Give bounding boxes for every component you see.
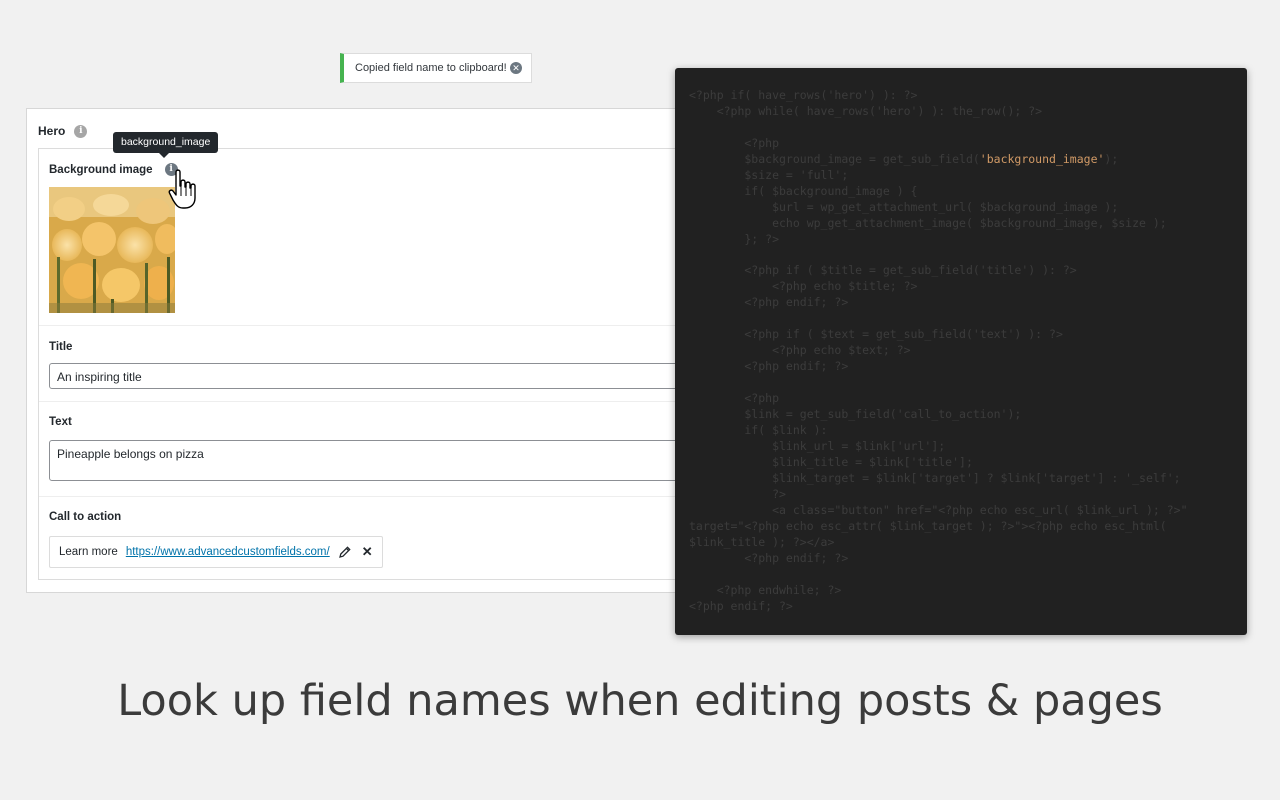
- pencil-icon[interactable]: [338, 545, 352, 559]
- link-url[interactable]: https://www.advancedcustomfields.com/: [126, 546, 330, 558]
- code-text-after: ); $size = 'full'; if( $background_image…: [689, 151, 1188, 613]
- code-panel: <?php if( have_rows('hero') ): ?> <?php …: [675, 68, 1247, 635]
- field-label: Text: [49, 416, 72, 428]
- field-background-image: Background image i: [39, 149, 706, 326]
- label-text: Background image: [49, 163, 153, 176]
- field-text: Text Pineapple belongs on pizza: [39, 402, 709, 497]
- link-title: Learn more: [59, 546, 118, 558]
- remove-icon[interactable]: ✕: [362, 544, 373, 560]
- notice-text: Copied field name to clipboard!: [355, 62, 507, 74]
- group-title-text: Hero: [38, 124, 66, 138]
- field-label: Call to action: [49, 511, 122, 523]
- title-input[interactable]: An inspiring title: [49, 363, 709, 389]
- code-highlight: 'background_image': [979, 151, 1105, 166]
- field-label: Title: [49, 341, 73, 353]
- link-field: Learn more https://www.advancedcustomfie…: [49, 536, 383, 568]
- sub-fields: Background image i Title An inspiring ti…: [38, 148, 709, 581]
- info-icon[interactable]: i: [74, 124, 88, 138]
- group-title: Hero i: [38, 124, 88, 138]
- hand-cursor-icon: [168, 169, 196, 209]
- field-call-to-action: Call to action Learn more https://www.ad…: [39, 497, 706, 581]
- headline: Look up field names when editing posts &…: [117, 676, 1163, 726]
- field-name-tooltip: background_image: [113, 132, 219, 158]
- clipboard-notice: Copied field name to clipboard! ✕: [340, 53, 532, 83]
- field-title: Title An inspiring title: [39, 326, 709, 402]
- close-circle-icon[interactable]: ✕: [510, 62, 522, 74]
- tulip-image: [49, 187, 175, 313]
- background-image-thumbnail[interactable]: [49, 187, 175, 313]
- field-label: Background image i: [49, 163, 178, 176]
- hero-field-group: Hero i Background image i Title An inspi…: [26, 108, 709, 593]
- code-block: <?php if( have_rows('hero') ): ?> <?php …: [689, 88, 1247, 614]
- text-textarea[interactable]: Pineapple belongs on pizza: [49, 440, 709, 481]
